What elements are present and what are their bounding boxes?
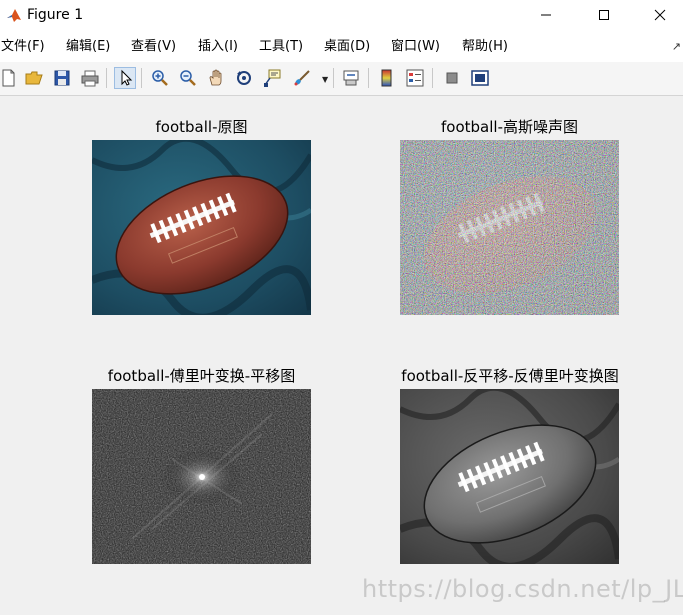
link-plot-icon: [343, 70, 359, 86]
pan-button[interactable]: [205, 67, 227, 89]
menu-bar: 文件(F) 编辑(E) 查看(V) 插入(I) 工具(T) 桌面(D) 窗口(W…: [0, 30, 683, 62]
maximize-button[interactable]: [581, 0, 627, 30]
figure-toolbar: ▼: [0, 62, 683, 96]
hide-plot-tools-icon: [446, 72, 458, 84]
pan-hand-icon: [209, 69, 222, 86]
axes-3-image-spectrum[interactable]: [92, 389, 311, 564]
brush-button[interactable]: [291, 67, 313, 89]
toolbar-separator: [368, 68, 369, 88]
new-figure-icon: [2, 69, 15, 87]
axes-2-title: football-高斯噪声图: [441, 118, 578, 136]
axes-3-title: football-傅里叶变换-平移图: [107, 367, 296, 385]
pointer-icon: [121, 69, 133, 86]
close-icon: [654, 9, 666, 21]
fft-spectrum-image: [92, 389, 311, 564]
menu-file[interactable]: 文件(F): [1, 39, 45, 55]
menu-desktop[interactable]: 桌面(D): [324, 39, 370, 55]
close-button[interactable]: [637, 0, 683, 30]
axes-2-image-noisy[interactable]: [400, 140, 619, 315]
football-image: [92, 140, 311, 315]
hide-plot-tools-button[interactable]: [441, 67, 463, 89]
football-noisy-image: [400, 140, 619, 315]
football-grayscale-image: [400, 389, 619, 564]
new-figure-button[interactable]: [0, 67, 19, 89]
menu-insert[interactable]: 插入(I): [198, 39, 238, 55]
menu-help[interactable]: 帮助(H): [462, 39, 508, 55]
brush-icon: [294, 70, 310, 86]
dock-pin-icon[interactable]: ↗: [672, 40, 681, 53]
axes-1-image-original[interactable]: [92, 140, 311, 315]
axes-1-title: football-原图: [155, 118, 248, 136]
menu-view[interactable]: 查看(V): [131, 39, 176, 55]
colorbar-button[interactable]: [376, 67, 398, 89]
axes-4-title: football-反平移-反傅里叶变换图: [401, 367, 619, 385]
rotate-3d-button[interactable]: [233, 67, 255, 89]
save-button[interactable]: [51, 67, 73, 89]
toolbar-separator: [432, 68, 433, 88]
colorbar-icon: [381, 69, 392, 87]
save-icon: [54, 70, 70, 86]
menu-window[interactable]: 窗口(W): [391, 39, 440, 55]
watermark-text: https://blog.csdn.net/lp_JL: [362, 575, 683, 603]
data-cursor-button[interactable]: [261, 67, 283, 89]
zoom-out-button[interactable]: [177, 67, 199, 89]
matlab-logo-icon: [6, 7, 22, 23]
toolbar-separator: [141, 68, 142, 88]
toolbar-separator: [333, 68, 334, 88]
toolbar-separator: [106, 68, 107, 88]
zoom-in-icon: [152, 70, 168, 86]
window-title: Figure 1: [27, 7, 84, 23]
minimize-button[interactable]: [523, 0, 569, 30]
menu-edit[interactable]: 编辑(E): [66, 39, 110, 55]
brush-dropdown-icon[interactable]: ▼: [322, 75, 328, 84]
show-plot-tools-icon: [471, 70, 489, 86]
open-file-icon: [25, 71, 43, 85]
print-icon: [81, 70, 99, 87]
title-bar: Figure 1: [0, 0, 683, 30]
zoom-out-icon: [180, 70, 196, 86]
open-file-button[interactable]: [23, 67, 45, 89]
show-plot-tools-button[interactable]: [469, 67, 491, 89]
print-button[interactable]: [79, 67, 101, 89]
pointer-button[interactable]: [114, 67, 136, 89]
data-cursor-icon: [264, 69, 281, 87]
legend-icon: [406, 69, 424, 87]
zoom-in-button[interactable]: [149, 67, 171, 89]
axes-4-image-grayscale[interactable]: [400, 389, 619, 564]
link-plot-button[interactable]: [340, 67, 362, 89]
menu-tools[interactable]: 工具(T): [259, 39, 303, 55]
maximize-icon: [599, 10, 609, 20]
minimize-icon: [541, 14, 551, 16]
rotate-3d-icon: [237, 71, 251, 85]
legend-button[interactable]: [404, 67, 426, 89]
